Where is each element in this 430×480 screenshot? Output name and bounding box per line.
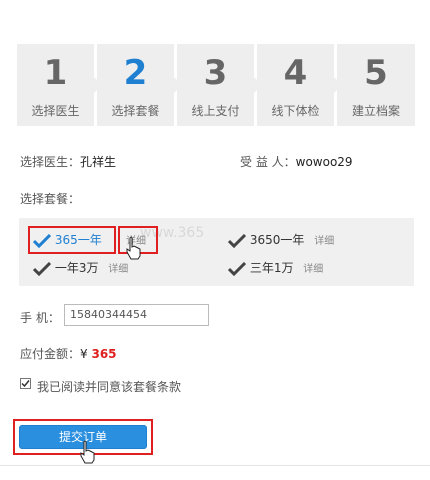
- beneficiary-name: wowoo29: [295, 155, 353, 169]
- step-label: 线上支付: [191, 104, 240, 118]
- currency-symbol: ¥: [80, 347, 88, 361]
- step-number: 3: [203, 53, 228, 93]
- step-number: 5: [364, 53, 388, 93]
- step-number: 2: [123, 53, 148, 93]
- step-number: 4: [283, 53, 308, 93]
- hand-cursor-icon: [126, 236, 141, 260]
- step-label: 建立档案: [351, 104, 400, 118]
- detail-link[interactable]: 详细: [303, 264, 323, 275]
- doctor-name: 孔祥生: [80, 155, 117, 169]
- package-option-3650[interactable]: 3650一年 详细: [228, 231, 334, 248]
- phone-label: 手 机：: [20, 311, 60, 325]
- check-icon: [228, 261, 246, 276]
- agreement-checkbox[interactable]: [20, 378, 31, 389]
- step-3: 3 线上支付: [177, 44, 262, 126]
- amount-row: 应付金额：¥ 365: [20, 345, 117, 362]
- amount-value: 365: [91, 347, 117, 361]
- selected-highlight: [28, 226, 116, 254]
- amount-label: 应付金额：: [20, 347, 81, 361]
- doctor-row: 选择医生：孔祥生: [20, 153, 116, 170]
- step-number: 1: [43, 53, 68, 93]
- doctor-label: 选择医生：: [20, 155, 81, 169]
- step-5: 5 建立档案: [337, 44, 415, 126]
- package-option-1w[interactable]: 三年1万 详细: [228, 259, 323, 276]
- step-label: 线下体检: [271, 104, 320, 118]
- detail-link[interactable]: 详细: [108, 264, 128, 275]
- step-arrow: [94, 77, 102, 93]
- step-1: 1 选择医生: [17, 44, 102, 126]
- package-name: 3650一年: [249, 233, 305, 247]
- checkbox-check-icon: [21, 380, 30, 388]
- agreement-label: 我已阅读并同意该套餐条款: [37, 380, 182, 394]
- detail-link[interactable]: 详细: [314, 236, 334, 247]
- package-label: 选择套餐：: [20, 192, 81, 206]
- step-label: 选择医生: [31, 104, 80, 118]
- package-name: 三年1万: [249, 261, 294, 275]
- step-label: 选择套餐: [111, 104, 160, 118]
- divider: [0, 465, 430, 466]
- check-icon: [228, 233, 246, 248]
- step-arrow: [254, 77, 262, 93]
- step-arrow: [174, 77, 182, 93]
- step-2: 2 选择套餐: [97, 44, 182, 126]
- phone-input[interactable]: 15840344454: [64, 304, 209, 326]
- check-icon: [33, 261, 51, 276]
- package-name: 一年3万: [54, 261, 99, 275]
- beneficiary-row: 受 益 人：wowoo29: [240, 153, 353, 170]
- step-4: 4 线下体检: [257, 44, 342, 126]
- package-option-3w[interactable]: 一年3万 详细: [33, 259, 128, 276]
- beneficiary-label: 受 益 人：: [240, 155, 296, 169]
- step-arrow: [334, 77, 342, 93]
- progress-steps: 1 选择医生 2 选择套餐 3 线上支付 4 线下体检 5 建立档案: [17, 44, 415, 126]
- hand-cursor-icon: [80, 440, 95, 464]
